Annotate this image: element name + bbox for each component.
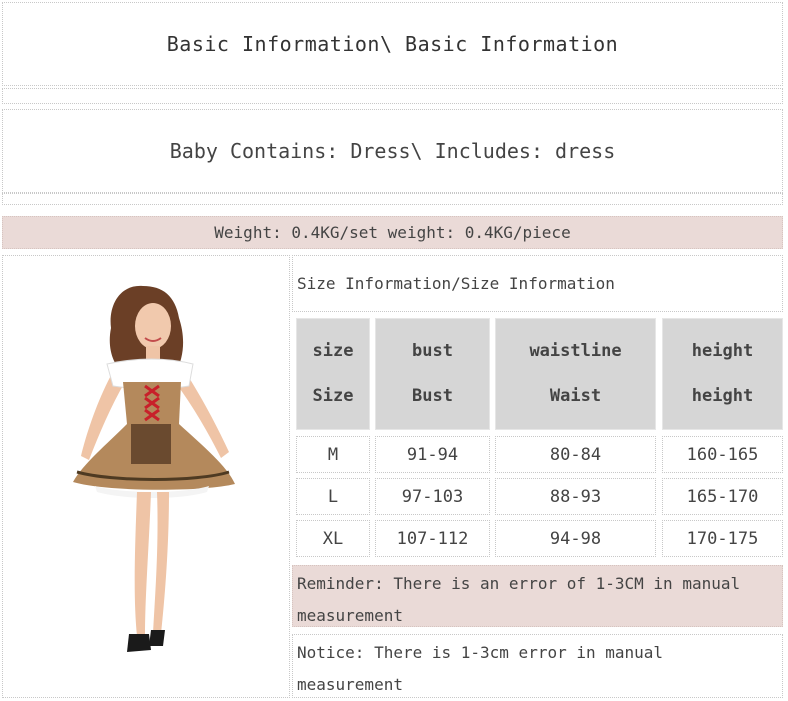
table-cell-size: XL — [296, 520, 370, 557]
header-height-top: height — [691, 341, 754, 361]
weight-band: Weight: 0.4KG/set weight: 0.4KG/piece — [2, 216, 783, 249]
table-cell-waist: 80-84 — [495, 436, 656, 473]
table-cell-bust: 91-94 — [375, 436, 490, 473]
table-cell-bust: 97-103 — [375, 478, 490, 515]
contents-title: Baby Contains: Dress\ Includes: dress — [2, 109, 783, 193]
header-size-bottom: Size — [312, 386, 354, 406]
header-height: height height — [662, 318, 783, 430]
header-size: size Size — [296, 318, 370, 430]
header-height-bottom: height — [691, 386, 754, 406]
table-cell-height: 170-175 — [662, 520, 783, 557]
basic-information-title: Basic Information\ Basic Information — [2, 2, 783, 86]
divider-band — [2, 193, 783, 205]
header-bust-bottom: Bust — [412, 386, 453, 406]
table-cell-height: 160-165 — [662, 436, 783, 473]
header-bust: bust Bust — [375, 318, 490, 430]
header-waist-bottom: Waist — [549, 386, 602, 406]
header-bust-top: bust — [412, 341, 453, 361]
divider-band — [2, 88, 783, 104]
table-cell-waist: 88-93 — [495, 478, 656, 515]
table-cell-height: 165-170 — [662, 478, 783, 515]
header-size-top: size — [312, 341, 354, 361]
reminder-note: Reminder: There is an error of 1-3CM in … — [292, 565, 783, 627]
table-cell-size: L — [296, 478, 370, 515]
model-illustration — [73, 285, 235, 652]
table-cell-bust: 107-112 — [375, 520, 490, 557]
header-waist-top: waistline — [529, 341, 622, 361]
notice-note: Notice: There is 1-3cm error in manual m… — [292, 634, 783, 698]
size-information-title: Size Information/Size Information — [292, 255, 783, 312]
header-waist: waistline Waist — [495, 318, 656, 430]
product-photo — [2, 255, 290, 698]
table-cell-size: M — [296, 436, 370, 473]
table-cell-waist: 94-98 — [495, 520, 656, 557]
